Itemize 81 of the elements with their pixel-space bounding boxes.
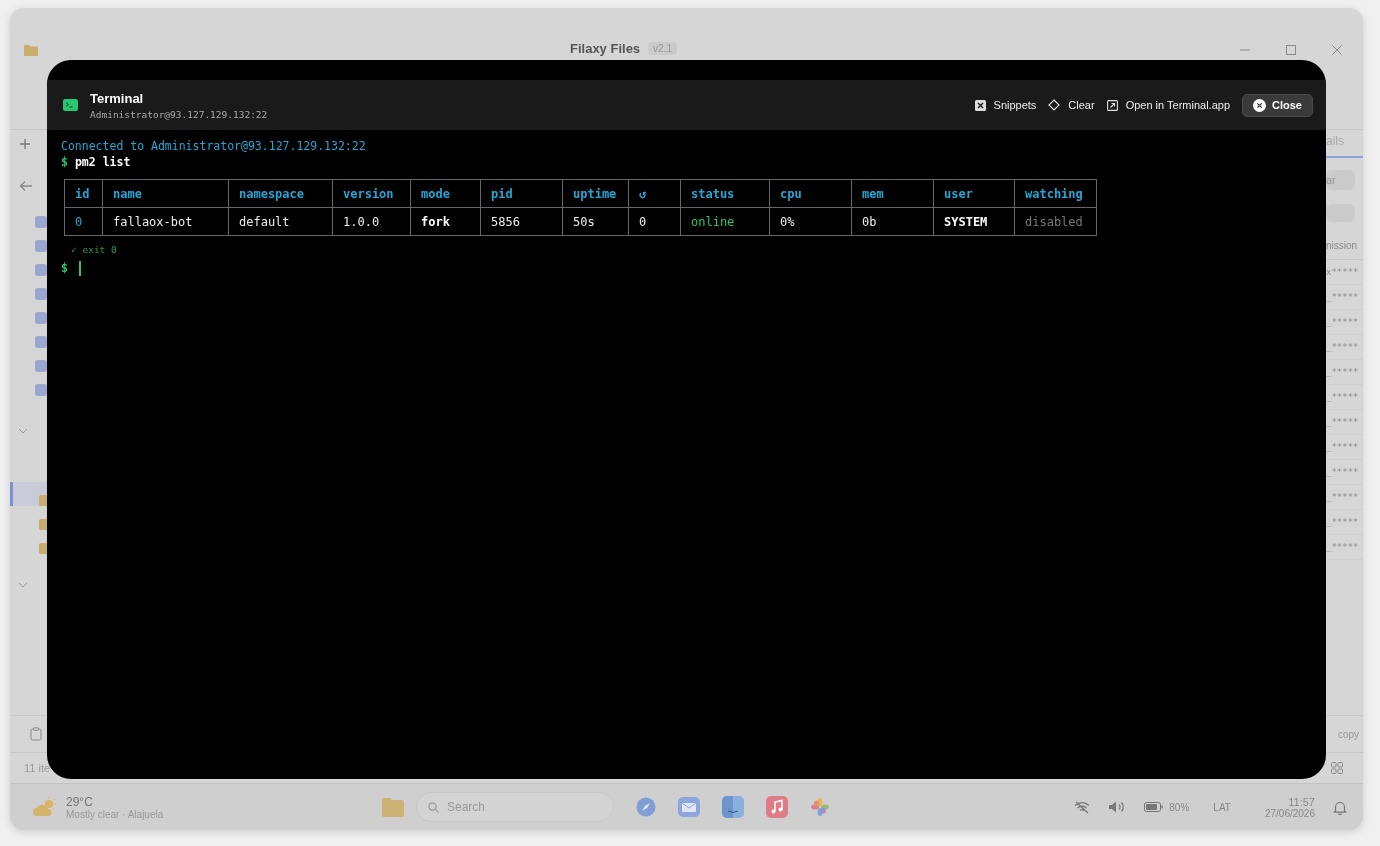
window-title: Filaxy Files	[570, 41, 641, 56]
column-header: mem	[851, 179, 934, 208]
column-header: user	[933, 179, 1015, 208]
column-header: status	[680, 179, 770, 208]
sidebar-icon[interactable]	[34, 288, 47, 300]
compass-icon[interactable]	[636, 797, 656, 817]
back-arrow-icon[interactable]	[18, 180, 33, 192]
table-cell: 1.0.0	[332, 207, 411, 236]
eraser-icon	[1048, 99, 1061, 111]
prompt-symbol: $	[61, 260, 68, 277]
column-header: pid	[480, 179, 563, 208]
command-text: pm2 list	[74, 154, 131, 171]
clipboard-icon[interactable]	[30, 727, 42, 741]
folder-icon[interactable]	[382, 797, 404, 817]
temperature: 29°C	[66, 794, 94, 809]
column-header: mode	[410, 179, 481, 208]
column-header: namespace	[228, 179, 333, 208]
item-count: 11 ite	[24, 762, 51, 774]
maximize-icon[interactable]	[1285, 44, 1297, 56]
wifi-off-icon[interactable]	[1074, 800, 1091, 814]
search-field[interactable]: Search	[416, 792, 614, 822]
table-cell: 0b	[851, 207, 934, 236]
column-header: ↺	[628, 179, 681, 208]
table-cell: 0	[628, 207, 681, 236]
close-icon[interactable]	[1331, 44, 1343, 56]
exit-status: ✓ exit 0	[71, 244, 118, 256]
table-cell: 0	[64, 207, 103, 236]
column-header: version	[332, 179, 411, 208]
folder-icon	[24, 44, 38, 56]
panel-title: Terminal	[90, 90, 145, 106]
connection-message: Connected to Administrator@93.127.129.132:22	[61, 139, 367, 154]
table-cell: fallaox-bot	[102, 207, 229, 236]
flower-icon[interactable]	[810, 797, 830, 817]
grid-view-icon[interactable]	[1331, 762, 1343, 774]
table-cell: fork	[410, 207, 481, 236]
bell-icon[interactable]	[1333, 799, 1347, 815]
table-cell: default	[228, 207, 333, 236]
battery-icon[interactable]	[1144, 802, 1164, 812]
plus-icon[interactable]	[18, 138, 31, 150]
table-cell: online	[680, 207, 770, 236]
sidebar-icon[interactable]	[34, 336, 47, 348]
column-header: uptime	[562, 179, 629, 208]
terminal-icon	[63, 99, 78, 111]
table-cell: 5856	[480, 207, 563, 236]
sidebar-icon[interactable]	[34, 384, 47, 396]
music-note-icon[interactable]	[766, 796, 788, 818]
table-cell: 0%	[769, 207, 852, 236]
table-cell: SYSTEM	[933, 207, 1015, 236]
chevron-icon[interactable]	[17, 582, 28, 588]
column-header: watching	[1014, 179, 1097, 208]
folder-icon[interactable]	[39, 543, 47, 554]
sidebar-icon[interactable]	[34, 312, 47, 324]
sidebar-icon[interactable]	[34, 360, 47, 372]
clock-date: 27/06/2026	[1264, 807, 1315, 819]
folder-icon[interactable]	[39, 519, 47, 530]
battery-percentage: 80%	[1169, 801, 1190, 813]
external-link-icon	[1106, 99, 1118, 111]
text-cursor	[78, 261, 81, 276]
snippets-button[interactable]: Snippets	[974, 99, 1037, 111]
column-header: name	[102, 179, 229, 208]
close-button[interactable]: Close	[1242, 93, 1313, 117]
clear-button[interactable]: Clear	[1048, 99, 1095, 111]
close-icon	[1253, 98, 1267, 112]
sidebar-icon[interactable]	[34, 216, 47, 228]
mail-icon[interactable]	[678, 797, 700, 817]
chevron-icon[interactable]	[17, 428, 28, 434]
table-cell: 50s	[562, 207, 629, 236]
clock-time: 11:57	[1288, 795, 1315, 808]
table-cell: disabled	[1014, 207, 1097, 236]
speaker-icon[interactable]	[1108, 800, 1127, 814]
partly-cloudy-icon	[32, 797, 58, 817]
prompt-symbol: $	[61, 154, 68, 171]
grid-square-icon	[974, 99, 986, 111]
folder-icon[interactable]	[39, 495, 47, 506]
smiling-face-icon[interactable]	[722, 796, 744, 818]
sidebar-icon[interactable]	[34, 264, 47, 276]
column-header: id	[64, 179, 103, 208]
open-button[interactable]: Open in Terminal.app	[1106, 99, 1231, 111]
sidebar-icon[interactable]	[34, 240, 47, 252]
column-header: cpu	[769, 179, 852, 208]
connection-address: Administrator@93.127.129.132:22	[90, 108, 268, 120]
